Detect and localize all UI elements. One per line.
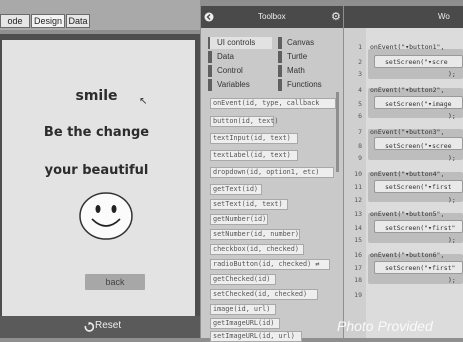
workspace-title: Wo [438, 12, 450, 21]
line-number: 10 [354, 170, 362, 178]
code-line[interactable]: ); [448, 70, 456, 78]
code-line[interactable]: onEvent("▾button6", [370, 251, 444, 259]
line-number: 19 [354, 291, 362, 299]
line-number: 8 [358, 142, 362, 150]
code-line[interactable]: setScreen("▾first" [385, 224, 455, 232]
label-be-the-change: Be the change [43, 125, 150, 140]
block-image[interactable]: image(id, url) [210, 304, 276, 315]
code-line[interactable]: onEvent("▾button1", [370, 43, 444, 51]
block-getnumber[interactable]: getNumber(id) [210, 214, 268, 225]
block-radiobutton[interactable]: radioButton(id, checked) ⇄ [210, 259, 330, 270]
toolbox-title: Toolbox [258, 12, 286, 21]
code-line[interactable]: onEvent("▾button3", [370, 128, 444, 136]
category-canvas[interactable]: Canvas [280, 37, 338, 49]
back-button[interactable]: back [85, 274, 145, 290]
line-number: 5 [358, 100, 362, 108]
code-line[interactable]: onEvent("▾button5", [370, 210, 444, 218]
line-number: 9 [358, 154, 362, 162]
block-getimageurl[interactable]: getImageURL(id) [210, 318, 280, 329]
code-line[interactable]: ); [448, 196, 456, 204]
line-number: 11 [354, 183, 362, 191]
collapse-toolbox-icon[interactable] [204, 12, 214, 22]
category-control[interactable]: Control [210, 65, 272, 77]
line-number: 6 [358, 112, 362, 120]
code-line[interactable]: ); [448, 276, 456, 284]
line-number: 12 [354, 196, 362, 204]
code-line[interactable]: onEvent("▾button4", [370, 170, 444, 178]
block-checkbox[interactable]: checkbox(id, checked) [210, 244, 304, 255]
category-ui-controls[interactable]: UI controls [210, 37, 272, 49]
reset-button[interactable]: Reset [95, 320, 121, 334]
block-onevent[interactable]: onEvent(id, type, callback [210, 98, 336, 109]
block-textlabel[interactable]: textLabel(id, text) [210, 150, 298, 161]
line-number: 7 [358, 128, 362, 136]
mouse-cursor-icon: ↖ [139, 96, 148, 107]
block-setimageurl[interactable]: setImageURL(id, url) [210, 331, 302, 342]
category-math[interactable]: Math [280, 65, 338, 77]
code-line[interactable]: setScreen("▾image [385, 100, 452, 108]
block-textinput[interactable]: textInput(id, text) [210, 133, 298, 144]
block-getchecked[interactable]: getChecked(id) [210, 274, 276, 285]
category-data[interactable]: Data [210, 51, 272, 63]
code-line[interactable]: ); [448, 154, 456, 162]
reset-icon[interactable] [84, 322, 94, 332]
block-setnumber[interactable]: setNumber(id, number) [210, 229, 300, 240]
code-line[interactable]: setScreen("▾scree [385, 142, 452, 150]
block-gettext[interactable]: getText(id) [210, 184, 262, 195]
line-number: 4 [358, 86, 362, 94]
label-your-beautiful: your beautiful [44, 163, 149, 178]
code-line[interactable]: setScreen("▾scre [385, 58, 448, 66]
mode-bar [0, 0, 200, 30]
category-functions[interactable]: Functions [280, 79, 338, 91]
code-line[interactable]: setScreen("▾first [385, 183, 452, 191]
code-line[interactable]: ); [448, 112, 456, 120]
line-number: 18 [354, 276, 362, 284]
line-number: 3 [358, 70, 362, 78]
code-line[interactable]: onEvent("▾button2", [370, 86, 444, 94]
block-button[interactable]: button(id, text) [210, 116, 278, 127]
block-dropdown[interactable]: dropdown(id, option1, etc) [210, 167, 334, 178]
line-number: 17 [354, 264, 362, 272]
smiley-face-image [79, 192, 133, 240]
line-number: 1 [358, 43, 362, 51]
code-line[interactable]: setScreen("▾first" [385, 264, 455, 272]
tab-code[interactable]: ode [0, 14, 30, 28]
line-number: 14 [354, 224, 362, 232]
category-turtle[interactable]: Turtle [280, 51, 338, 63]
block-setchecked[interactable]: setChecked(id, checked) [210, 289, 318, 300]
gear-icon[interactable]: ⚙ [331, 10, 341, 23]
photo-watermark: Photo Provided [337, 318, 433, 334]
code-line[interactable]: ); [448, 236, 456, 244]
block-settext[interactable]: setText(id, text) [210, 199, 288, 210]
category-variables[interactable]: Variables [210, 79, 272, 91]
palette-scrollbar[interactable] [336, 92, 339, 172]
tab-data[interactable]: Data [66, 14, 90, 28]
line-number: 13 [354, 210, 362, 218]
line-number: 15 [354, 236, 362, 244]
label-smile: smile [75, 88, 118, 104]
tab-design[interactable]: Design [31, 14, 65, 28]
line-number: 16 [354, 251, 362, 259]
line-number: 2 [358, 58, 362, 66]
